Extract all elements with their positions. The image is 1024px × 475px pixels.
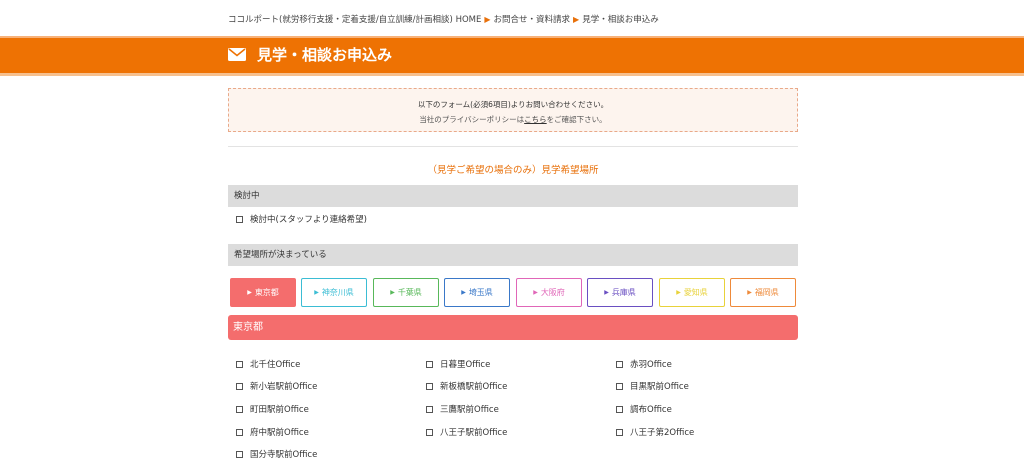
office-option[interactable]: 八王子第2Office <box>616 426 694 438</box>
breadcrumb-home-link[interactable]: ココルポート(就労移行支援・定着支援/自立訓練/計画相談) HOME <box>228 13 481 25</box>
tab-label: 大阪府 <box>540 288 565 297</box>
form-notice: 以下のフォーム(必須6項目)よりお問い合わせください。 当社のプライバシーポリシ… <box>228 88 798 132</box>
triangle-right-icon: ▶ <box>533 289 538 296</box>
notice-line2: 当社のプライバシーポリシーはこちらをご確認下さい。 <box>229 114 797 125</box>
office-option[interactable]: 三鷹駅前Office <box>426 403 499 415</box>
triangle-right-icon: ▶ <box>747 289 752 296</box>
triangle-right-icon: ▶ <box>247 289 252 296</box>
triangle-right-icon: ▶ <box>676 289 681 296</box>
office-label: 町田駅前Office <box>250 405 309 415</box>
office-option[interactable]: 国分寺駅前Office <box>236 448 317 460</box>
office-option[interactable]: 新板橋駅前Office <box>426 380 507 392</box>
checkbox[interactable] <box>236 451 243 458</box>
checkbox[interactable] <box>236 429 243 436</box>
office-label: 北千住Office <box>250 360 301 370</box>
tab-kanagawa[interactable]: ▶ 神奈川県 <box>301 278 367 307</box>
breadcrumb: ココルポート(就労移行支援・定着支援/自立訓練/計画相談) HOME ▶ お問合… <box>228 12 659 26</box>
prefecture-tabs: ▶ 東京都 ▶ 神奈川県 ▶ 千葉県 ▶ 埼玉県 ▶ 大阪府 ▶ 兵庫県 ▶ 愛知県 ▶ 福岡県 <box>230 278 798 307</box>
office-option[interactable]: 府中駅前Office <box>236 426 309 438</box>
office-label: 日暮里Office <box>440 360 491 370</box>
triangle-right-icon: ▶ <box>314 289 319 296</box>
tab-aichi[interactable]: ▶ 愛知県 <box>659 278 725 307</box>
office-option[interactable]: 町田駅前Office <box>236 403 309 415</box>
office-label: 八王子第2Office <box>630 428 695 438</box>
triangle-right-icon: ▶ <box>390 289 395 296</box>
office-option[interactable]: 赤羽Office <box>616 358 672 370</box>
tab-hyogo[interactable]: ▶ 兵庫県 <box>587 278 653 307</box>
checkbox[interactable] <box>236 361 243 368</box>
notice-text: 当社のプライバシーポリシーは <box>419 115 525 124</box>
page-banner: 見学・相談お申込み <box>0 36 1024 76</box>
decided-header: 希望場所が決まっている <box>228 244 798 266</box>
office-option[interactable]: 八王子駅前Office <box>426 426 507 438</box>
tab-saitama[interactable]: ▶ 埼玉県 <box>444 278 510 307</box>
divider <box>228 146 798 147</box>
breadcrumb-inquiry-link[interactable]: お問合せ・資料請求 <box>494 13 571 25</box>
checkbox[interactable] <box>426 383 433 390</box>
checkbox[interactable] <box>616 383 623 390</box>
office-label: 八王子駅前Office <box>440 428 508 438</box>
office-label: 調布Office <box>630 405 672 415</box>
office-label: 新板橋駅前Office <box>440 382 508 392</box>
office-option[interactable]: 新小岩駅前Office <box>236 380 317 392</box>
checkbox[interactable] <box>236 406 243 413</box>
office-label: 国分寺駅前Office <box>250 450 318 460</box>
tab-label: 神奈川県 <box>321 288 354 297</box>
considering-header: 検討中 <box>228 185 798 207</box>
office-option[interactable]: 目黒駅前Office <box>616 380 689 392</box>
checkbox-label: 検討中(スタッフより連絡希望) <box>250 215 367 225</box>
chevron-right-icon: ▶ <box>484 14 491 24</box>
checkbox[interactable] <box>426 406 433 413</box>
checkbox[interactable] <box>426 429 433 436</box>
office-label: 三鷹駅前Office <box>440 405 499 415</box>
triangle-right-icon: ▶ <box>461 289 466 296</box>
office-label: 目黒駅前Office <box>630 382 689 392</box>
office-label: 赤羽Office <box>630 360 672 370</box>
triangle-right-icon: ▶ <box>604 289 609 296</box>
notice-line1: 以下のフォーム(必須6項目)よりお問い合わせください。 <box>417 100 609 109</box>
considering-option[interactable]: 検討中(スタッフより連絡希望) <box>236 213 367 225</box>
tab-label: 福岡県 <box>754 288 779 297</box>
tab-fukuoka[interactable]: ▶ 福岡県 <box>730 278 796 307</box>
office-option[interactable]: 北千住Office <box>236 358 300 370</box>
checkbox[interactable] <box>426 361 433 368</box>
privacy-policy-link[interactable]: こちら <box>524 115 547 124</box>
page-title: 見学・相談お申込み <box>257 46 393 64</box>
region-header: 東京都 <box>228 315 798 340</box>
checkbox[interactable] <box>236 216 243 223</box>
breadcrumb-current: 見学・相談お申込み <box>582 15 659 25</box>
tab-osaka[interactable]: ▶ 大阪府 <box>516 278 582 307</box>
tab-tokyo[interactable]: ▶ 東京都 <box>230 278 296 307</box>
checkbox[interactable] <box>616 406 623 413</box>
section-title: （見学ご希望の場合のみ）見学希望場所 <box>427 165 599 176</box>
tab-label: 埼玉県 <box>468 288 493 297</box>
office-option[interactable]: 調布Office <box>616 403 672 415</box>
office-label: 府中駅前Office <box>250 428 309 438</box>
banner-underline <box>0 73 1024 76</box>
tab-label: 東京都 <box>254 288 279 297</box>
tab-chiba[interactable]: ▶ 千葉県 <box>373 278 439 307</box>
checkbox[interactable] <box>616 361 623 368</box>
checkbox[interactable] <box>616 429 623 436</box>
tab-label: 兵庫県 <box>611 288 636 297</box>
checkbox[interactable] <box>236 383 243 390</box>
tab-label: 愛知県 <box>683 288 708 297</box>
office-option[interactable]: 日暮里Office <box>426 358 490 370</box>
mail-icon <box>228 48 246 61</box>
notice-text: をご確認下さい。 <box>546 115 607 124</box>
chevron-right-icon: ▶ <box>573 14 580 24</box>
tab-label: 千葉県 <box>397 288 422 297</box>
office-label: 新小岩駅前Office <box>250 382 318 392</box>
